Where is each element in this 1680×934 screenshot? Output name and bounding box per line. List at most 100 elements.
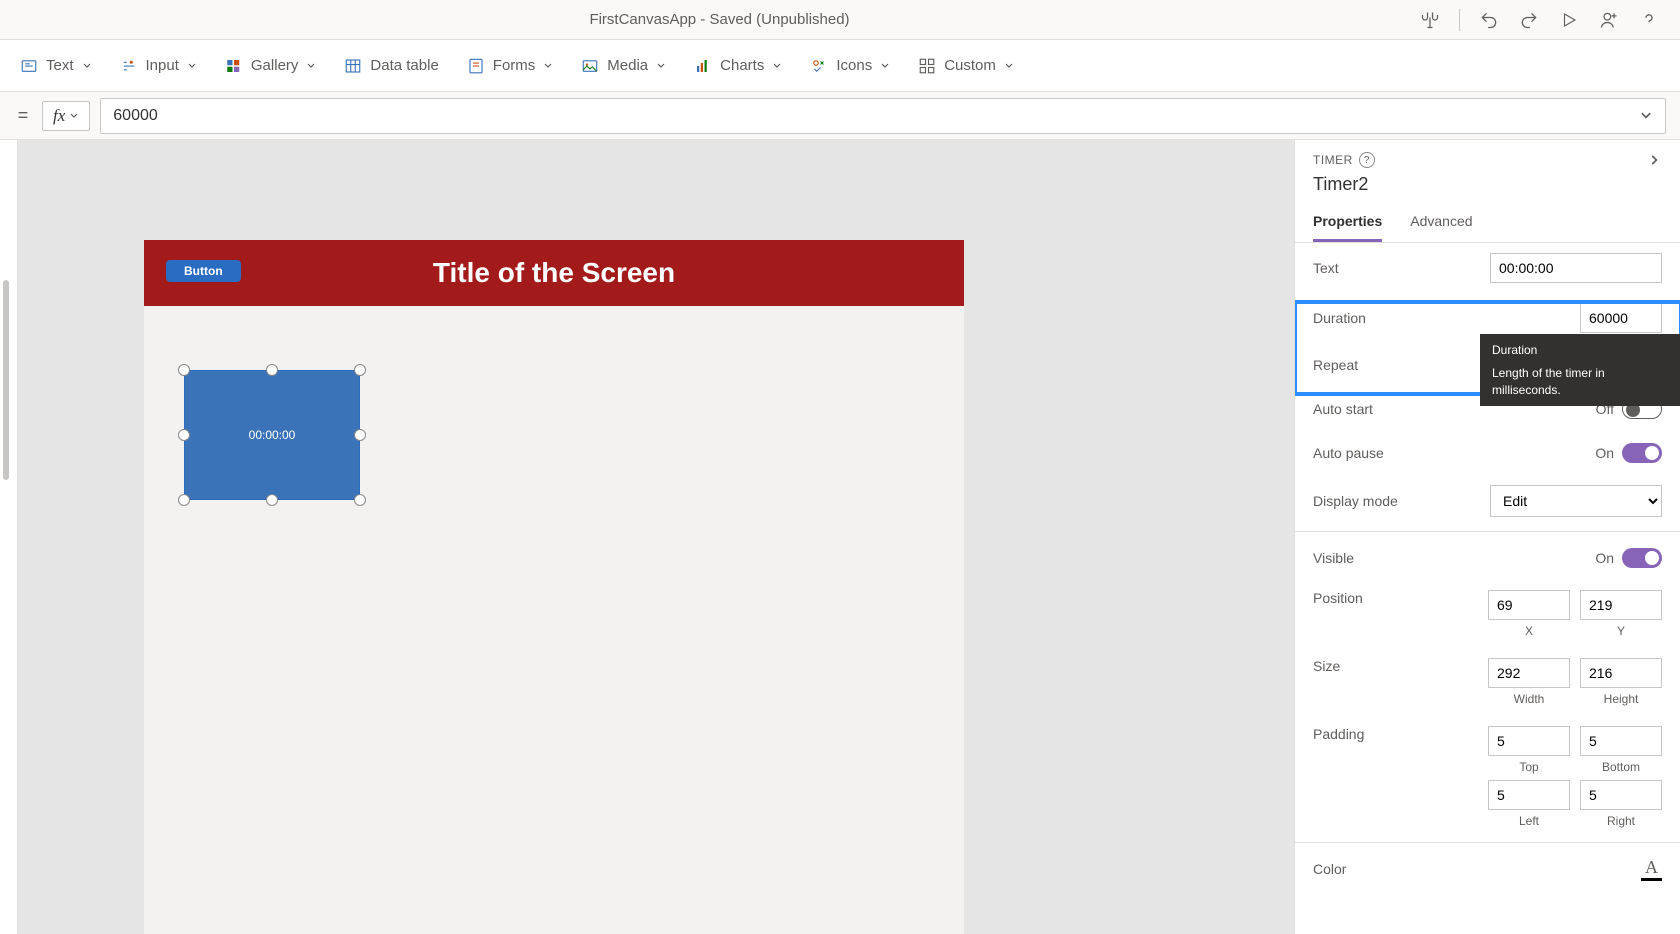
position-y-input[interactable]	[1580, 590, 1662, 620]
insert-ribbon: Text Input Gallery Data table Forms Medi…	[0, 40, 1680, 92]
undo-icon[interactable]	[1478, 9, 1500, 31]
control-name: Timer2	[1313, 174, 1662, 195]
redo-icon[interactable]	[1518, 9, 1540, 31]
ribbon-label: Icons	[836, 57, 872, 74]
formula-input[interactable]: 60000	[100, 98, 1666, 134]
help-icon[interactable]: ?	[1359, 152, 1375, 168]
separator	[1459, 9, 1460, 31]
prop-label: Auto pause	[1313, 445, 1384, 461]
prop-size: Size Width Height	[1295, 648, 1680, 716]
visible-toggle[interactable]: On	[1595, 548, 1662, 568]
fx-icon: fx	[53, 106, 65, 126]
sub-label: Right	[1607, 814, 1635, 828]
resize-handle[interactable]	[178, 429, 190, 441]
prop-label: Padding	[1313, 726, 1364, 742]
prop-label: Display mode	[1313, 493, 1398, 509]
autopause-toggle[interactable]: On	[1595, 443, 1662, 463]
header-button[interactable]: Button	[166, 260, 241, 282]
prop-label: Duration	[1313, 310, 1366, 326]
ribbon-text[interactable]: Text	[20, 57, 92, 75]
chevron-down-icon	[1004, 61, 1014, 71]
prop-autopause: Auto pause On	[1295, 431, 1680, 475]
sub-label: Bottom	[1602, 760, 1640, 774]
chevron-down-icon	[772, 61, 782, 71]
ribbon-label: Text	[46, 57, 74, 74]
sub-label: Height	[1604, 692, 1639, 706]
prop-label: Auto start	[1313, 401, 1373, 417]
ribbon-label: Charts	[720, 57, 764, 74]
timer-control[interactable]: 00:00:00	[184, 370, 360, 500]
size-width-input[interactable]	[1488, 658, 1570, 688]
chevron-down-icon	[187, 61, 197, 71]
control-type: TIMER ?	[1313, 152, 1662, 168]
prop-label: Color	[1313, 861, 1346, 877]
sub-label: Top	[1519, 760, 1538, 774]
ribbon-label: Input	[146, 57, 179, 74]
charts-icon	[694, 57, 712, 75]
play-icon[interactable]	[1558, 9, 1580, 31]
position-x-input[interactable]	[1488, 590, 1570, 620]
share-icon[interactable]	[1598, 9, 1620, 31]
duration-tooltip: Duration Length of the timer in millisec…	[1480, 334, 1680, 406]
input-icon	[120, 57, 138, 75]
forms-icon	[467, 57, 485, 75]
ribbon-label: Media	[607, 57, 648, 74]
divider	[1295, 531, 1680, 532]
scrollbar-thumb[interactable]	[3, 280, 9, 480]
properties-header: TIMER ? Timer2	[1295, 140, 1680, 199]
chevron-down-icon	[69, 111, 79, 121]
chevron-down-icon	[306, 61, 316, 71]
ribbon-custom[interactable]: Custom	[918, 57, 1014, 75]
displaymode-select[interactable]: Edit	[1490, 485, 1662, 517]
left-rail	[0, 140, 18, 934]
resize-handle[interactable]	[178, 494, 190, 506]
ribbon-charts[interactable]: Charts	[694, 57, 782, 75]
ribbon-label: Gallery	[251, 57, 299, 74]
tab-properties[interactable]: Properties	[1313, 213, 1382, 242]
ribbon-label: Data table	[370, 57, 438, 74]
canvas-area[interactable]: Button Title of the Screen 00:00:00	[18, 140, 1294, 934]
prop-text: Text	[1295, 243, 1680, 293]
properties-tabs: Properties Advanced	[1295, 199, 1680, 243]
text-icon	[20, 57, 38, 75]
title-actions	[1419, 9, 1660, 31]
help-icon[interactable]	[1638, 9, 1660, 31]
resize-handle[interactable]	[354, 429, 366, 441]
formula-bar: = fx 60000	[0, 92, 1680, 140]
expand-formula-icon[interactable]	[1639, 109, 1653, 123]
padding-bottom-input[interactable]	[1580, 726, 1662, 756]
ribbon-forms[interactable]: Forms	[467, 57, 554, 75]
ribbon-input[interactable]: Input	[120, 57, 197, 75]
padding-left-input[interactable]	[1488, 780, 1570, 810]
size-height-input[interactable]	[1580, 658, 1662, 688]
padding-right-input[interactable]	[1580, 780, 1662, 810]
resize-handle[interactable]	[266, 364, 278, 376]
fx-selector[interactable]: fx	[42, 101, 90, 131]
prop-text-input[interactable]	[1490, 253, 1662, 283]
resize-handle[interactable]	[178, 364, 190, 376]
chevron-down-icon	[543, 61, 553, 71]
resize-handle[interactable]	[354, 494, 366, 506]
ribbon-datatable[interactable]: Data table	[344, 57, 438, 75]
resize-handle[interactable]	[266, 494, 278, 506]
custom-icon	[918, 57, 936, 75]
control-type-label: TIMER	[1313, 153, 1353, 167]
prop-label: Size	[1313, 658, 1340, 674]
padding-top-input[interactable]	[1488, 726, 1570, 756]
tab-advanced[interactable]: Advanced	[1410, 213, 1472, 242]
properties-panel: TIMER ? Timer2 Properties Advanced Text …	[1294, 140, 1680, 934]
main-area: Button Title of the Screen 00:00:00 TIME…	[0, 140, 1680, 934]
ribbon-icons[interactable]: Icons	[810, 57, 890, 75]
screen-canvas[interactable]: Button Title of the Screen 00:00:00	[144, 240, 964, 934]
ribbon-gallery[interactable]: Gallery	[225, 57, 317, 75]
resize-handle[interactable]	[354, 364, 366, 376]
prop-duration-input[interactable]	[1580, 303, 1662, 333]
chevron-down-icon	[82, 61, 92, 71]
prop-color: Color A	[1295, 847, 1680, 891]
font-color-icon[interactable]: A	[1641, 857, 1662, 881]
app-checker-icon[interactable]	[1419, 9, 1441, 31]
divider	[1295, 842, 1680, 843]
screen-header: Button Title of the Screen	[144, 240, 964, 306]
ribbon-media[interactable]: Media	[581, 57, 666, 75]
chevron-right-icon[interactable]	[1648, 153, 1662, 167]
